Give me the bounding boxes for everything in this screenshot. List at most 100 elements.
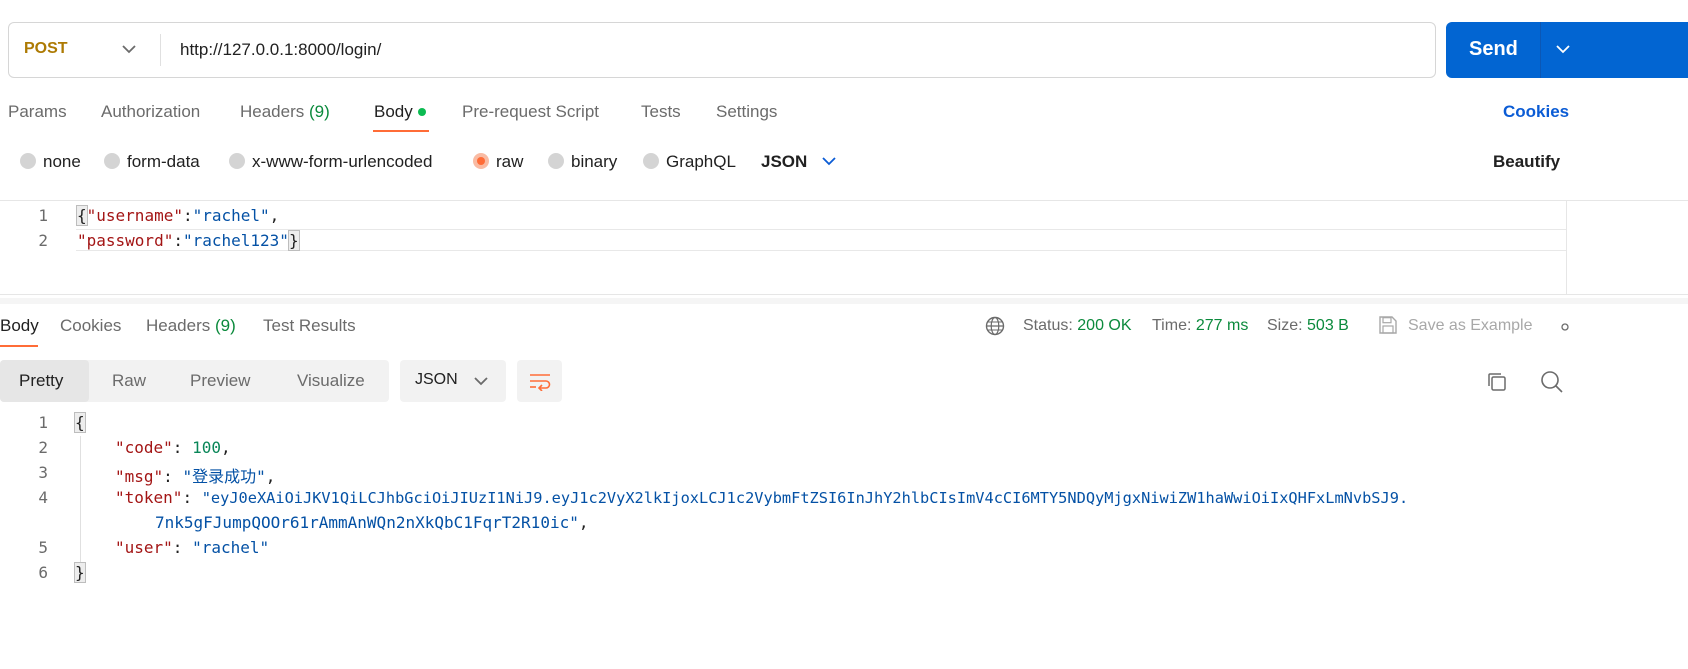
line-number: 4 xyxy=(38,488,48,507)
json-key: "token" xyxy=(115,488,183,507)
view-mode-preview[interactable]: Preview xyxy=(190,371,250,391)
time-value: 277 ms xyxy=(1195,317,1249,334)
search-icon[interactable] xyxy=(1540,370,1564,394)
send-separator xyxy=(1540,22,1541,78)
view-mode-raw[interactable]: Raw xyxy=(112,371,146,391)
send-label[interactable]: Send xyxy=(1469,38,1518,61)
tab-headers[interactable]: Headers (9) xyxy=(240,102,330,122)
status-display[interactable]: Status: 200 OK xyxy=(1023,317,1132,335)
tab-authorization[interactable]: Authorization xyxy=(101,102,200,122)
response-format-label[interactable]: JSON xyxy=(415,371,458,389)
response-tab-cookies[interactable]: Cookies xyxy=(60,316,121,336)
json-key: "password" xyxy=(77,231,174,250)
tab-params[interactable]: Params xyxy=(8,102,67,122)
line-number: 2 xyxy=(38,231,48,250)
globe-icon[interactable] xyxy=(985,316,1005,336)
radio-none[interactable] xyxy=(20,153,36,169)
response-line-4-wrap: 7nk5gFJumpQOOr61rAmmAnWQn2nXkQbC1FqrT2R1… xyxy=(155,513,589,532)
url-input[interactable]: http://127.0.0.1:8000/login/ xyxy=(180,40,381,60)
response-line-5: "user": "rachel" xyxy=(115,538,270,557)
request-body-line-2[interactable]: "password":"rachel123"} xyxy=(77,230,300,251)
radio-binary[interactable] xyxy=(548,153,564,169)
url-divider xyxy=(160,34,161,66)
response-tab-headers[interactable]: Headers (9) xyxy=(146,316,236,336)
chevron-down-icon[interactable] xyxy=(822,156,836,166)
line-number: 3 xyxy=(38,463,48,482)
json-value: 100 xyxy=(192,438,221,457)
line-number: 6 xyxy=(38,563,48,582)
time-display[interactable]: Time: 277 ms xyxy=(1152,317,1248,335)
tab-headers-label: Headers xyxy=(240,102,305,121)
active-tab-underline xyxy=(373,130,429,132)
more-options-icon[interactable] xyxy=(1560,322,1570,332)
tab-tests[interactable]: Tests xyxy=(641,102,681,122)
response-line-4: "token": "eyJ0eXAiOiJKV1QiLCJhbGciOiJIUz… xyxy=(115,488,1409,507)
cookies-link[interactable]: Cookies xyxy=(1503,102,1569,122)
body-format-select[interactable]: JSON xyxy=(761,152,807,172)
response-tab-test-results[interactable]: Test Results xyxy=(263,316,356,336)
json-colon: : xyxy=(182,206,193,225)
save-icon[interactable] xyxy=(1378,315,1398,335)
line-number: 1 xyxy=(38,206,48,225)
status-label: Status: xyxy=(1023,317,1073,334)
json-value: "登录成功" xyxy=(182,467,266,486)
view-mode-pretty-label[interactable]: Pretty xyxy=(19,371,63,391)
radio-raw[interactable] xyxy=(473,153,489,169)
line-number: 5 xyxy=(38,538,48,557)
view-mode-visualize[interactable]: Visualize xyxy=(297,371,365,391)
save-as-example-button[interactable]: Save as Example xyxy=(1408,317,1533,335)
active-line-highlight xyxy=(76,229,1566,251)
radio-urlencoded[interactable] xyxy=(229,153,245,169)
json-key: "user" xyxy=(115,538,173,557)
tab-prerequest-script[interactable]: Pre-request Script xyxy=(462,102,599,122)
json-value: "eyJ0eXAiOiJKV1QiLCJhbGciOiJIUzI1NiJ9.ey… xyxy=(201,489,1409,507)
radio-graphql-label[interactable]: GraphQL xyxy=(666,152,736,172)
response-tab-underline xyxy=(0,345,38,347)
tab-body-label: Body xyxy=(374,102,413,121)
json-value: "rachel" xyxy=(192,538,270,557)
radio-none-label[interactable]: none xyxy=(43,152,81,172)
response-line-3: "msg": "登录成功", xyxy=(115,467,276,486)
tab-headers-count: (9) xyxy=(309,102,330,121)
radio-urlencoded-label[interactable]: x-www-form-urlencoded xyxy=(252,152,432,172)
status-value: 200 OK xyxy=(1077,317,1132,334)
editor-bottom-border xyxy=(0,294,1688,295)
beautify-button[interactable]: Beautify xyxy=(1493,152,1560,172)
open-brace: { xyxy=(76,205,88,226)
size-display[interactable]: Size: 503 B xyxy=(1267,317,1349,335)
response-line-6: } xyxy=(74,562,86,583)
response-line-2: "code": 100, xyxy=(115,438,231,457)
json-value-continued: 7nk5gFJumpQOOr61rAmmAnWQn2nXkQbC1FqrT2R1… xyxy=(155,513,579,532)
copy-icon[interactable] xyxy=(1486,371,1508,393)
tab-body[interactable]: Body xyxy=(374,102,426,122)
pane-resize-handle[interactable] xyxy=(0,298,1688,304)
json-value: "rachel123" xyxy=(182,231,289,250)
line-number: 1 xyxy=(38,413,48,432)
json-colon: : xyxy=(173,231,183,250)
json-comma: , xyxy=(269,206,280,225)
radio-raw-label[interactable]: raw xyxy=(496,152,523,172)
radio-binary-label[interactable]: binary xyxy=(571,152,617,172)
chevron-down-icon[interactable] xyxy=(474,376,488,386)
close-brace: } xyxy=(74,562,86,583)
response-tab-body[interactable]: Body xyxy=(0,316,39,336)
wrap-lines-icon xyxy=(530,374,551,391)
radio-form-data-label[interactable]: form-data xyxy=(127,152,200,172)
open-brace: { xyxy=(74,412,86,433)
radio-form-data[interactable] xyxy=(104,153,120,169)
body-indicator-dot xyxy=(417,107,426,116)
radio-graphql[interactable] xyxy=(643,153,659,169)
editor-scrollbar[interactable] xyxy=(1566,200,1567,295)
chevron-down-icon[interactable] xyxy=(122,44,136,54)
size-label: Size: xyxy=(1267,317,1303,334)
tab-settings[interactable]: Settings xyxy=(716,102,777,122)
request-body-line-1[interactable]: {"username":"rachel", xyxy=(76,205,280,226)
json-key: "username" xyxy=(86,206,183,225)
editor-top-border xyxy=(0,200,1688,201)
chevron-down-icon[interactable] xyxy=(1556,44,1570,54)
method-select[interactable]: POST xyxy=(24,40,68,58)
response-line-1: { xyxy=(74,412,86,433)
line-number: 2 xyxy=(38,438,48,457)
close-brace: } xyxy=(287,230,300,251)
json-value: "rachel" xyxy=(192,206,270,225)
